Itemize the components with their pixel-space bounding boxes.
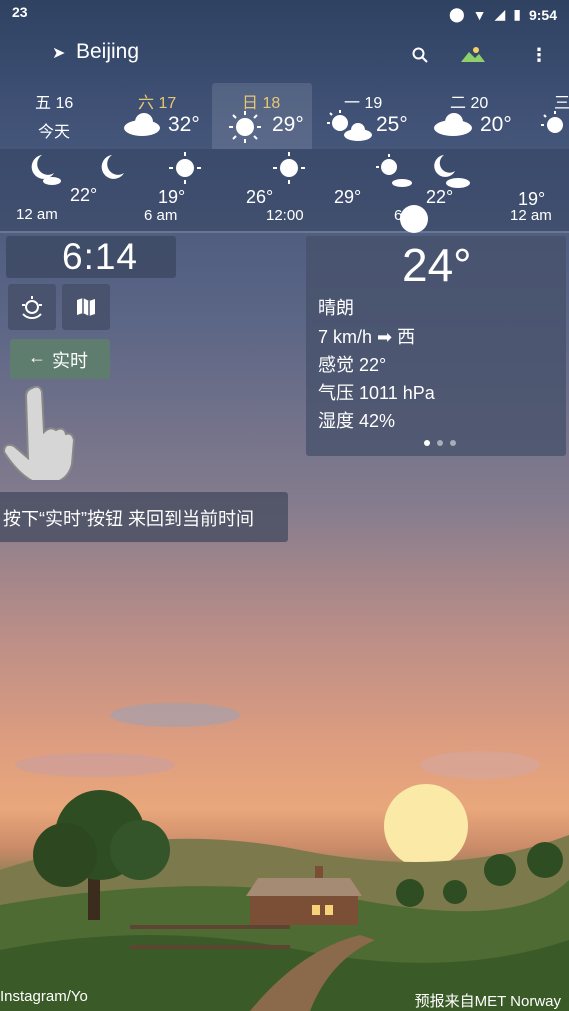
location-status-icon: ⬤ bbox=[448, 6, 465, 22]
hourly-forecast-strip[interactable]: 22° 19° 26° 29° 22° 19° 12 am 6 am 12:00… bbox=[0, 149, 569, 231]
hour-time: 12:00 bbox=[266, 207, 304, 224]
selected-time-display: 6:14 bbox=[6, 236, 176, 278]
live-button[interactable]: ← 实时 bbox=[10, 339, 110, 379]
sunny-icon bbox=[169, 152, 201, 184]
toolbar: ➤ Beijing ⋮ bbox=[0, 30, 569, 80]
day-item[interactable]: 三 bbox=[536, 83, 569, 149]
map-button[interactable] bbox=[62, 284, 110, 330]
wind-speed: 7 km/h bbox=[318, 327, 373, 347]
signal-icon: ◢ bbox=[494, 6, 506, 22]
hour-temp: 22° bbox=[70, 185, 98, 205]
sunny-icon bbox=[229, 111, 261, 143]
sunny-icon bbox=[541, 111, 563, 133]
current-conditions-card[interactable]: 24° 晴朗 7 km/h ➡ 西 感觉 22° 气压 1011 hPa 湿度 … bbox=[306, 236, 566, 456]
day-temp: 32° bbox=[168, 113, 200, 136]
sun-moon-icon bbox=[22, 296, 42, 320]
day-item[interactable]: 一 19 25° bbox=[322, 83, 422, 149]
divider bbox=[0, 231, 569, 233]
wind-row: 7 km/h ➡ 西 bbox=[318, 323, 415, 349]
day-temp: 29° bbox=[272, 113, 304, 136]
sun-moon-button[interactable] bbox=[8, 284, 56, 330]
live-button-label: 实时 bbox=[52, 351, 88, 371]
background-button[interactable] bbox=[458, 40, 488, 70]
arrow-left-icon: ← bbox=[28, 347, 46, 367]
hour-temp: 22° bbox=[426, 187, 454, 207]
selected-time: 6:14 bbox=[62, 236, 139, 277]
status-bar: 23 ⬤ ▼ ◢ ▮ 9:54 bbox=[0, 0, 569, 30]
status-time: 9:54 bbox=[528, 6, 557, 23]
page-indicator bbox=[424, 440, 456, 446]
feels-like: 感觉 22° bbox=[318, 355, 387, 375]
more-vertical-icon: ⋮ bbox=[530, 44, 548, 65]
day-item[interactable]: 五 16 今天 bbox=[20, 83, 120, 149]
partly-cloudy-icon bbox=[327, 110, 372, 141]
day-temp: 20° bbox=[480, 113, 512, 136]
day-item[interactable]: 六 17 32° bbox=[112, 83, 212, 149]
status-notification-count: 23 bbox=[12, 4, 28, 20]
time-scrubber-handle[interactable] bbox=[400, 205, 428, 233]
current-temperature: 24° bbox=[402, 239, 472, 291]
forecast-provider[interactable]: 预报来自MET Norway bbox=[415, 990, 561, 1011]
hour-time: 6 am bbox=[144, 207, 178, 224]
page-dot bbox=[437, 440, 443, 446]
page-dot-active bbox=[424, 440, 430, 446]
tip-banner: 按下“实时”按钮 来回到当前时间 bbox=[0, 492, 288, 542]
hour-temp: 19° bbox=[158, 187, 186, 207]
humidity: 湿度 42% bbox=[318, 411, 396, 431]
condition-text: 晴朗 bbox=[318, 298, 354, 318]
wind-direction: 西 bbox=[397, 327, 416, 347]
tip-text: 按下“实时”按钮 来回到当前时间 bbox=[3, 509, 254, 529]
day-label: 二 20 bbox=[450, 95, 489, 112]
landscape-icon bbox=[461, 47, 485, 62]
page-dot bbox=[450, 440, 456, 446]
partly-cloudy-icon bbox=[376, 154, 412, 187]
navigation-arrow-icon: ➤ bbox=[52, 45, 66, 62]
sunny-icon bbox=[273, 152, 305, 184]
battery-icon: ▮ bbox=[513, 6, 521, 22]
night-cloudy-icon bbox=[434, 155, 470, 188]
day-temp: 25° bbox=[376, 113, 408, 136]
hour-time: 12 am bbox=[16, 206, 58, 223]
day-item[interactable]: 二 20 20° bbox=[428, 83, 528, 149]
day-item-selected[interactable]: 日 18 29° bbox=[212, 83, 312, 149]
image-credit[interactable]: Instagram/Yo bbox=[0, 988, 88, 1005]
map-icon bbox=[77, 298, 95, 316]
daily-forecast-strip[interactable]: 五 16 今天 六 17 32° 日 18 29° 一 19 25° 二 20 … bbox=[0, 83, 569, 149]
hour-time: 12 am bbox=[510, 207, 552, 224]
cloudy-icon bbox=[434, 113, 472, 136]
city-name[interactable]: Beijing bbox=[76, 40, 139, 64]
more-options-button[interactable]: ⋮ bbox=[524, 40, 554, 70]
cloudy-icon bbox=[124, 113, 160, 136]
pressure: 气压 1011 hPa bbox=[318, 383, 435, 403]
wind-arrow-icon: ➡ bbox=[377, 327, 398, 347]
search-icon bbox=[412, 47, 428, 63]
tap-hand-icon bbox=[2, 385, 76, 480]
hour-temp: 29° bbox=[334, 187, 362, 207]
wifi-icon: ▼ bbox=[472, 6, 487, 23]
hour-temp: 26° bbox=[246, 187, 274, 207]
search-button[interactable] bbox=[405, 40, 435, 70]
day-sublabel: 今天 bbox=[38, 124, 71, 141]
